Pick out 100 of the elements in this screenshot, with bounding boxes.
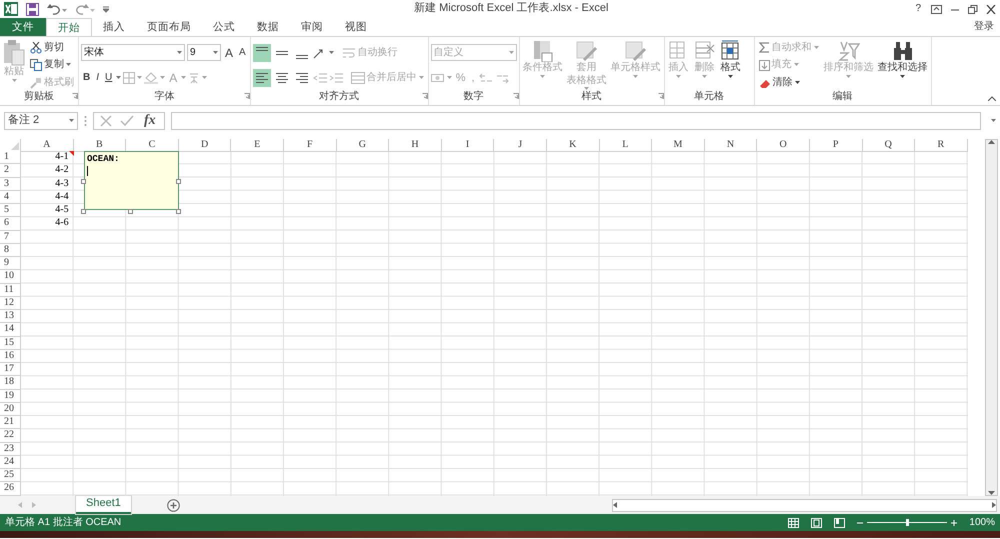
sign-in-link[interactable]: 登录 bbox=[972, 18, 996, 36]
row-header[interactable]: 24 bbox=[0, 456, 21, 469]
bold-button[interactable]: B bbox=[81, 73, 92, 84]
column-header[interactable]: G bbox=[336, 139, 390, 152]
row-header[interactable]: 18 bbox=[0, 376, 21, 390]
copy-button[interactable]: 复制 bbox=[28, 59, 76, 72]
row-header[interactable]: 25 bbox=[0, 469, 21, 482]
ribbon-display-icon[interactable] bbox=[931, 4, 942, 14]
row-header[interactable]: 20 bbox=[0, 402, 21, 416]
ribbon-tab[interactable]: 插入 bbox=[92, 18, 136, 36]
font-size-dropdown[interactable]: 9 bbox=[187, 44, 221, 62]
dialog-launcher-icon[interactable] bbox=[422, 93, 428, 100]
column-header[interactable]: I bbox=[442, 139, 494, 152]
resize-handle[interactable] bbox=[81, 179, 86, 184]
add-sheet-icon[interactable] bbox=[166, 498, 180, 512]
column-header[interactable]: Q bbox=[862, 139, 916, 152]
row-header[interactable]: 12 bbox=[0, 296, 21, 310]
ribbon-tab[interactable]: 页面布局 bbox=[136, 18, 202, 36]
formula-input[interactable] bbox=[170, 112, 981, 130]
vertical-scrollbar[interactable] bbox=[985, 139, 998, 496]
grow-font-button[interactable]: A bbox=[223, 46, 236, 59]
column-header[interactable]: M bbox=[652, 139, 705, 152]
find-select-button[interactable]: 查找和选择 bbox=[876, 40, 929, 91]
dialog-launcher-icon[interactable] bbox=[72, 93, 78, 100]
column-header[interactable]: F bbox=[284, 139, 337, 152]
ribbon-tab[interactable]: 公式 bbox=[202, 18, 246, 36]
customize-icon[interactable] bbox=[103, 6, 109, 12]
page-layout-icon[interactable] bbox=[811, 518, 822, 528]
column-header[interactable]: E bbox=[231, 139, 284, 152]
fill-color-icon[interactable] bbox=[144, 72, 158, 84]
row-header[interactable]: 3 bbox=[0, 178, 21, 191]
currency-icon[interactable] bbox=[430, 72, 445, 84]
row-header[interactable]: 11 bbox=[0, 284, 21, 297]
collapse-ribbon-icon[interactable] bbox=[988, 96, 996, 101]
zoom-out-icon[interactable] bbox=[857, 520, 864, 526]
ribbon-tab[interactable]: 开始 bbox=[46, 18, 92, 36]
row-header[interactable]: 13 bbox=[0, 310, 21, 324]
row-header[interactable]: 16 bbox=[0, 350, 21, 363]
normal-view-icon[interactable] bbox=[788, 518, 800, 528]
increase-indent-icon[interactable] bbox=[328, 72, 343, 84]
resize-handle[interactable] bbox=[176, 179, 181, 184]
shrink-font-button[interactable]: A bbox=[237, 48, 248, 58]
ribbon-tab[interactable]: 数据 bbox=[246, 18, 290, 36]
dialog-launcher-icon[interactable] bbox=[244, 93, 250, 100]
vertical-align-button[interactable] bbox=[252, 44, 271, 62]
zoom-level[interactable]: 100% bbox=[969, 516, 995, 528]
underline-button[interactable]: U bbox=[103, 73, 114, 84]
name-box[interactable]: 备注 2 bbox=[4, 112, 78, 130]
row-header[interactable]: 2 bbox=[0, 164, 21, 178]
close-icon[interactable] bbox=[986, 4, 996, 14]
row-header[interactable]: 26 bbox=[0, 482, 21, 496]
row-header[interactable]: 9 bbox=[0, 257, 21, 270]
row-header[interactable]: 6 bbox=[0, 217, 21, 230]
borders-icon[interactable] bbox=[123, 72, 136, 84]
dialog-launcher-icon[interactable] bbox=[512, 93, 519, 100]
undo-icon[interactable] bbox=[47, 3, 67, 15]
row-header[interactable]: 1 bbox=[0, 151, 21, 164]
decrease-indent-icon[interactable] bbox=[312, 72, 327, 84]
column-header[interactable]: D bbox=[178, 139, 232, 152]
redo-icon[interactable] bbox=[75, 3, 95, 15]
horizontal-scrollbar[interactable] bbox=[612, 498, 997, 512]
row-header[interactable]: 4 bbox=[0, 190, 21, 204]
row-header[interactable]: 21 bbox=[0, 416, 21, 430]
phonetic-icon[interactable] bbox=[188, 72, 200, 84]
row-header[interactable]: 23 bbox=[0, 442, 21, 456]
insert-function-button[interactable]: fx bbox=[142, 114, 158, 128]
maximize-icon[interactable] bbox=[968, 4, 978, 14]
column-header[interactable]: H bbox=[389, 139, 442, 152]
row-header[interactable]: 14 bbox=[0, 323, 21, 336]
resize-handle[interactable] bbox=[176, 209, 181, 214]
editing-button[interactable]: 清除 bbox=[756, 78, 821, 89]
italic-button[interactable]: I bbox=[94, 73, 102, 84]
row-header[interactable]: 8 bbox=[0, 244, 21, 257]
column-header[interactable]: P bbox=[810, 139, 862, 152]
cells-button[interactable]: 格式 bbox=[718, 40, 743, 91]
row-header[interactable]: 22 bbox=[0, 429, 21, 442]
row-header[interactable]: 15 bbox=[0, 336, 21, 350]
sheet-tab[interactable]: Sheet1 bbox=[76, 496, 131, 514]
resize-handle[interactable] bbox=[81, 209, 86, 214]
resize-handle[interactable] bbox=[128, 209, 133, 214]
cancel-icon[interactable] bbox=[100, 115, 112, 127]
column-header[interactable]: L bbox=[600, 139, 652, 152]
font-name-dropdown[interactable]: 宋体 bbox=[81, 44, 185, 62]
column-header[interactable]: A bbox=[21, 139, 74, 152]
row-header[interactable]: 10 bbox=[0, 270, 21, 284]
column-header[interactable]: R bbox=[915, 139, 968, 152]
column-header[interactable]: B bbox=[74, 139, 126, 152]
cut-button[interactable]: 剪切 bbox=[28, 42, 76, 54]
row-header[interactable]: 17 bbox=[0, 363, 21, 376]
dialog-launcher-icon[interactable] bbox=[658, 93, 664, 100]
page-break-icon[interactable] bbox=[834, 518, 846, 528]
zoom-in-icon[interactable] bbox=[951, 520, 958, 526]
ribbon-tab[interactable]: 视图 bbox=[334, 18, 378, 36]
increase-decimal-icon[interactable] bbox=[478, 72, 493, 84]
zoom-thumb[interactable] bbox=[906, 519, 910, 526]
comment-box[interactable]: OCEAN: bbox=[84, 151, 179, 210]
help-button[interactable]: ? bbox=[913, 4, 923, 14]
column-header[interactable]: J bbox=[494, 139, 547, 152]
column-header[interactable]: O bbox=[757, 139, 810, 152]
check-icon[interactable] bbox=[120, 115, 134, 127]
